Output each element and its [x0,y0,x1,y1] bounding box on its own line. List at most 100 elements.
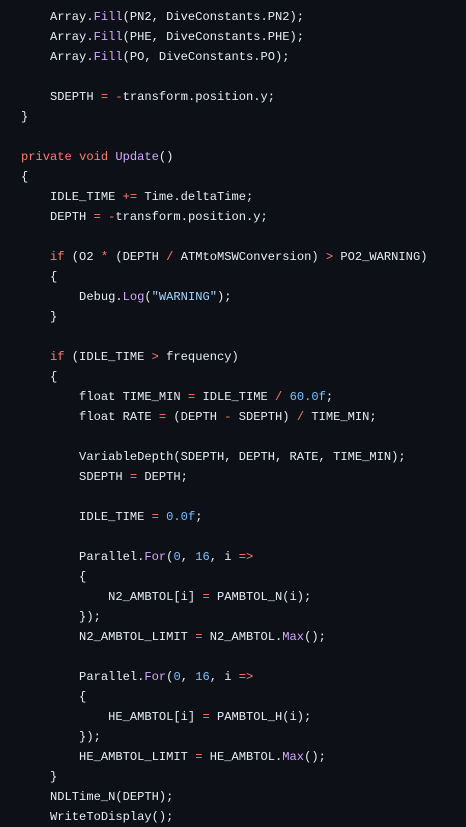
code-line: { [21,267,427,287]
code-operator: => [238,670,254,684]
code-text: Parallel. [21,670,145,684]
code-text: transform.position.y; [115,210,268,224]
code-text: NDLTime_N(DEPTH); [21,790,174,804]
code-keyword: if [50,350,65,364]
code-text: (O2 [64,250,101,264]
code-text: } [21,770,58,784]
code-operator: = [202,590,210,604]
code-text: Array. [21,30,94,44]
code-line: N2_AMBTOL_LIMIT = N2_AMBTOL.Max(); [21,627,427,647]
code-text: ( [144,290,152,304]
code-text: { [21,370,58,384]
code-number-literal: 16 [195,550,210,564]
code-text: WriteToDisplay(); [21,810,174,824]
code-line: float TIME_MIN = IDLE_TIME / 60.0f; [21,387,427,407]
code-function-name: For [144,670,167,684]
code-text: PAMBTOL_H(i); [209,710,312,724]
code-text: { [21,170,29,184]
code-text: (PN2, DiveConstants.PN2); [122,10,305,24]
code-text: Parallel. [21,550,145,564]
code-text: Array. [21,50,94,64]
code-line: HE_AMBTOL_LIMIT = HE_AMBTOL.Max(); [21,747,427,767]
code-text: Array. [21,10,94,24]
code-operator: => [238,550,254,564]
code-line: } [21,107,427,127]
code-text: , i [209,670,239,684]
code-number-literal: 60.0f [289,390,326,404]
code-keyword: void [79,150,109,164]
code-line: Array.Fill(PO, DiveConstants.PO); [21,47,427,67]
code-text: () [158,150,174,164]
code-text: , i [209,550,239,564]
code-function-name: Max [282,630,305,644]
code-text: { [21,690,87,704]
code-text: transform.position.y; [122,90,276,104]
code-text: (DEPTH [108,250,167,264]
code-function-name: Max [282,750,305,764]
code-line: DEPTH = -transform.position.y; [21,207,427,227]
code-text: Time.deltaTime; [137,190,254,204]
code-text: float TIME_MIN [21,390,188,404]
code-line: { [21,167,427,187]
code-text: N2_AMBTOL. [202,630,283,644]
code-line: }); [21,727,427,747]
code-text: , [180,550,196,564]
code-line: SDEPTH = -transform.position.y; [21,87,427,107]
code-line: IDLE_TIME = 0.0f; [21,507,427,527]
code-line: NDLTime_N(DEPTH); [21,787,427,807]
code-operator: - [115,90,123,104]
code-function-name: For [144,550,167,564]
code-editor[interactable]: Array.Fill(PN2, DiveConstants.PN2); Arra… [21,7,427,827]
code-text: HE_AMBTOL[i] [21,710,203,724]
code-line: WriteToDisplay(); [21,807,427,827]
code-line: IDLE_TIME += Time.deltaTime; [21,187,427,207]
code-line: { [21,367,427,387]
code-line: Parallel.For(0, 16, i => [21,547,427,567]
code-keyword: private [21,150,72,164]
code-line: Debug.Log("WARNING"); [21,287,427,307]
code-text: IDLE_TIME [195,390,276,404]
code-text: HE_AMBTOL. [202,750,283,764]
code-line: float RATE = (DEPTH - SDEPTH) / TIME_MIN… [21,407,427,427]
code-text: frequency) [158,350,239,364]
code-line: N2_AMBTOL[i] = PAMBTOL_N(i); [21,587,427,607]
code-number-literal: 16 [195,670,210,684]
code-text: }); [21,730,101,744]
code-operator: - [224,410,232,424]
code-text: { [21,270,58,284]
code-operator: > [151,350,159,364]
code-line: private void Update() [21,147,427,167]
code-line: { [21,567,427,587]
code-operator: = [202,710,210,724]
code-text: DEPTH [21,210,94,224]
code-line: }); [21,607,427,627]
code-text: SDEPTH [21,470,130,484]
code-operator: = [151,510,159,524]
code-text: PO2_WARNING) [333,250,428,264]
code-line: } [21,307,427,327]
code-line: } [21,767,427,787]
code-line: if (IDLE_TIME > frequency) [21,347,427,367]
code-function-name: Fill [93,10,123,24]
code-function-name: Log [122,290,145,304]
code-text: { [21,570,87,584]
code-text: Debug. [21,290,123,304]
code-operator: += [122,190,138,204]
code-text: N2_AMBTOL_LIMIT [21,630,196,644]
code-keyword: if [50,250,65,264]
code-line: { [21,687,427,707]
code-text: SDEPTH [21,90,101,104]
code-text: (); [304,750,326,764]
code-text: (IDLE_TIME [64,350,152,364]
code-text: } [21,310,58,324]
code-text: TIME_MIN; [304,410,377,424]
code-line: HE_AMBTOL[i] = PAMBTOL_H(i); [21,707,427,727]
